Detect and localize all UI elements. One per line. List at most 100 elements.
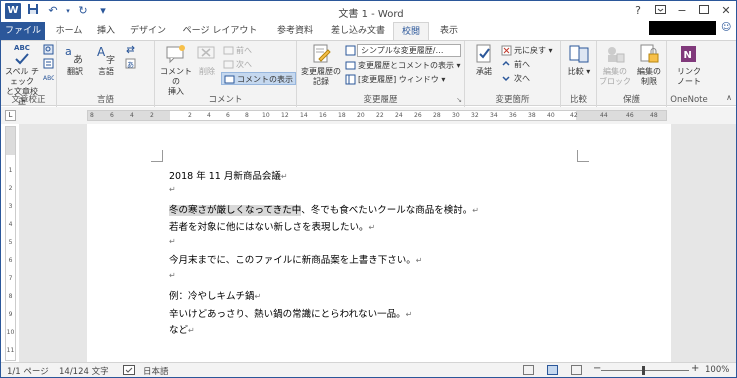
- page-count[interactable]: 1/1 ページ: [7, 365, 49, 377]
- tab-view[interactable]: 表示: [433, 22, 465, 40]
- doc-line-text: 辛いけどあっさり、熱い鍋の常識にとらわれない一品。: [169, 309, 406, 320]
- proofing-status-icon[interactable]: [123, 365, 135, 377]
- word-window: W ↶ ▾ ↻ ▾ 文書 1 - Word ? − ✕ ファイル ホーム 挿入 …: [0, 0, 737, 378]
- minimize-icon[interactable]: −: [674, 3, 690, 18]
- undo-icon[interactable]: ↶: [45, 3, 61, 19]
- next-change-button[interactable]: 次へ: [501, 72, 530, 85]
- ruler-tick: 20: [357, 112, 365, 119]
- help-icon[interactable]: ?: [630, 3, 646, 18]
- doc-line[interactable]: 今月末までに、このファイルに新商品案を上書き下さい。↵: [169, 252, 422, 266]
- tab-home[interactable]: ホーム: [51, 22, 87, 40]
- doc-line[interactable]: など↵: [169, 322, 195, 336]
- crop-mark-top-left: [151, 150, 163, 162]
- language-label: 言語: [98, 67, 114, 76]
- thesaurus-button[interactable]: [43, 57, 56, 70]
- language-status[interactable]: 日本語: [143, 365, 169, 377]
- ruler-tick: 8: [90, 112, 94, 119]
- vertical-ruler[interactable]: 1 2 3 4 5 6 7 8 9 10 11: [5, 126, 16, 361]
- ime-button[interactable]: あ: [125, 57, 138, 70]
- paragraph-mark: ↵: [169, 185, 176, 194]
- restrict-editing-button[interactable]: 編集の 制限: [633, 43, 665, 87]
- print-layout-icon[interactable]: [547, 365, 558, 375]
- group-proofing: ABC スペル チェック と文章校正 ABC 文章校正: [1, 41, 57, 107]
- maximize-icon[interactable]: [696, 3, 712, 18]
- read-mode-icon[interactable]: [523, 365, 534, 375]
- zoom-slider-track[interactable]: [601, 370, 689, 371]
- display-for-review-dropdown[interactable]: シンプルな変更履歴/…: [357, 44, 461, 57]
- language-button[interactable]: A字 言語: [91, 43, 121, 77]
- vruler-tick: 3: [8, 203, 13, 210]
- vruler-tick: 4: [8, 221, 13, 228]
- doc-line[interactable]: ↵: [169, 184, 176, 195]
- zoom-in-button[interactable]: +: [691, 363, 699, 374]
- tab-review[interactable]: 校閲: [393, 22, 429, 41]
- zoom-slider-thumb[interactable]: [642, 366, 645, 375]
- show-markup-button[interactable]: 変更履歴とコメントの表示 ▾: [345, 59, 461, 72]
- doc-line[interactable]: 辛いけどあっさり、熱い鍋の常識にとらわれない一品。↵: [169, 306, 412, 320]
- customize-qat-icon[interactable]: ▾: [95, 3, 111, 19]
- tab-mailings[interactable]: 差し込み文書: [325, 22, 391, 40]
- next-comment-button[interactable]: 次へ: [223, 58, 252, 71]
- ruler-tick: 10: [262, 112, 270, 119]
- undo-dropdown-icon[interactable]: ▾: [65, 3, 71, 19]
- tab-file[interactable]: ファイル: [1, 22, 45, 40]
- ruler-tick: 34: [490, 112, 498, 119]
- restrict-editing-label: 編集の 制限: [637, 67, 661, 86]
- ruler-tick: 6: [110, 112, 114, 119]
- delete-comment-icon: [197, 46, 215, 59]
- show-comments-button[interactable]: コメントの表示: [221, 72, 296, 85]
- doc-line[interactable]: ↵: [169, 270, 176, 281]
- doc-line[interactable]: 冬の寒さが厳しくなってきた中、冬でも食べたいクールな商品を検討。↵: [169, 202, 479, 216]
- prev-change-button[interactable]: 前へ: [501, 58, 530, 71]
- window-title: 文書 1 - Word: [338, 9, 404, 20]
- horizontal-ruler[interactable]: 8 6 4 2 2 4 6 8 10 12 14 16 18 20 22 24 …: [87, 110, 667, 121]
- document-page[interactable]: 2018 年 11 月新商品会議↵ ↵ 冬の寒さが厳しくなってきた中、冬でも食べ…: [87, 124, 671, 362]
- feedback-icon[interactable]: ☺: [721, 21, 733, 35]
- translate-button[interactable]: aあ 翻訳: [61, 43, 89, 77]
- save-icon[interactable]: [25, 3, 41, 19]
- prev-comment-button[interactable]: 前へ: [223, 44, 252, 57]
- track-changes-button[interactable]: 変更履歴の 記録: [301, 43, 341, 87]
- research-button[interactable]: [43, 43, 56, 56]
- tracking-options-launcher-icon[interactable]: ↘: [456, 96, 462, 104]
- collapse-ribbon-icon[interactable]: ∧: [726, 93, 732, 102]
- word-count-button[interactable]: ABC: [43, 71, 56, 84]
- compare-button[interactable]: 比較 ▾: [563, 43, 595, 77]
- delete-comment-button[interactable]: 削除: [195, 43, 219, 77]
- reject-button[interactable]: 元に戻す ▾: [501, 44, 553, 57]
- doc-line[interactable]: 2018 年 11 月新商品会議↵: [169, 168, 288, 182]
- doc-line[interactable]: ↵: [169, 236, 176, 247]
- translate-extra-button[interactable]: [125, 43, 138, 56]
- reviewing-pane-button[interactable]: [変更履歴] ウィンドウ ▾: [345, 73, 445, 86]
- tab-page-layout[interactable]: ページ レイアウト: [177, 22, 263, 40]
- zoom-level[interactable]: 100%: [705, 365, 729, 375]
- doc-line[interactable]: 若者を対象に他にはない新しさを表現したい。↵: [169, 219, 375, 233]
- ruler-tick: 22: [376, 112, 384, 119]
- doc-line[interactable]: 例：冷やしキムチ鍋↵: [169, 288, 261, 302]
- ribbon-display-options-icon[interactable]: [652, 3, 668, 18]
- redo-icon[interactable]: ↻: [75, 3, 91, 19]
- tab-insert[interactable]: 挿入: [91, 22, 121, 40]
- vruler-tick: 2: [8, 185, 13, 192]
- accept-button[interactable]: 承諾: [469, 43, 499, 77]
- ruler-tick: 44: [600, 112, 608, 119]
- new-comment-button[interactable]: コメントの 挿入: [157, 43, 195, 97]
- tab-references[interactable]: 参考資料: [269, 22, 321, 40]
- paragraph-mark: ↵: [415, 256, 423, 265]
- word-count[interactable]: 14/124 文字: [59, 365, 109, 377]
- linked-notes-button[interactable]: N リンク ノート: [671, 43, 707, 87]
- tab-design[interactable]: デザイン: [125, 22, 171, 40]
- block-authors-button[interactable]: 編集の ブロック: [599, 43, 631, 87]
- group-comments-label: コメント: [208, 95, 243, 105]
- web-layout-icon[interactable]: [571, 365, 582, 375]
- zoom-out-button[interactable]: −: [593, 363, 601, 374]
- tab-selector[interactable]: L: [5, 110, 16, 121]
- prev-change-label: 前へ: [514, 60, 530, 69]
- word-app-icon[interactable]: W: [5, 3, 21, 19]
- svg-text:a: a: [65, 45, 72, 58]
- status-bar: 1/1 ページ 14/124 文字 日本語 − + 100%: [1, 362, 736, 377]
- show-comments-label: コメントの表示: [237, 75, 293, 84]
- compare-label: 比較: [567, 67, 584, 76]
- close-icon[interactable]: ✕: [718, 3, 734, 18]
- ruler-tick: 16: [319, 112, 327, 119]
